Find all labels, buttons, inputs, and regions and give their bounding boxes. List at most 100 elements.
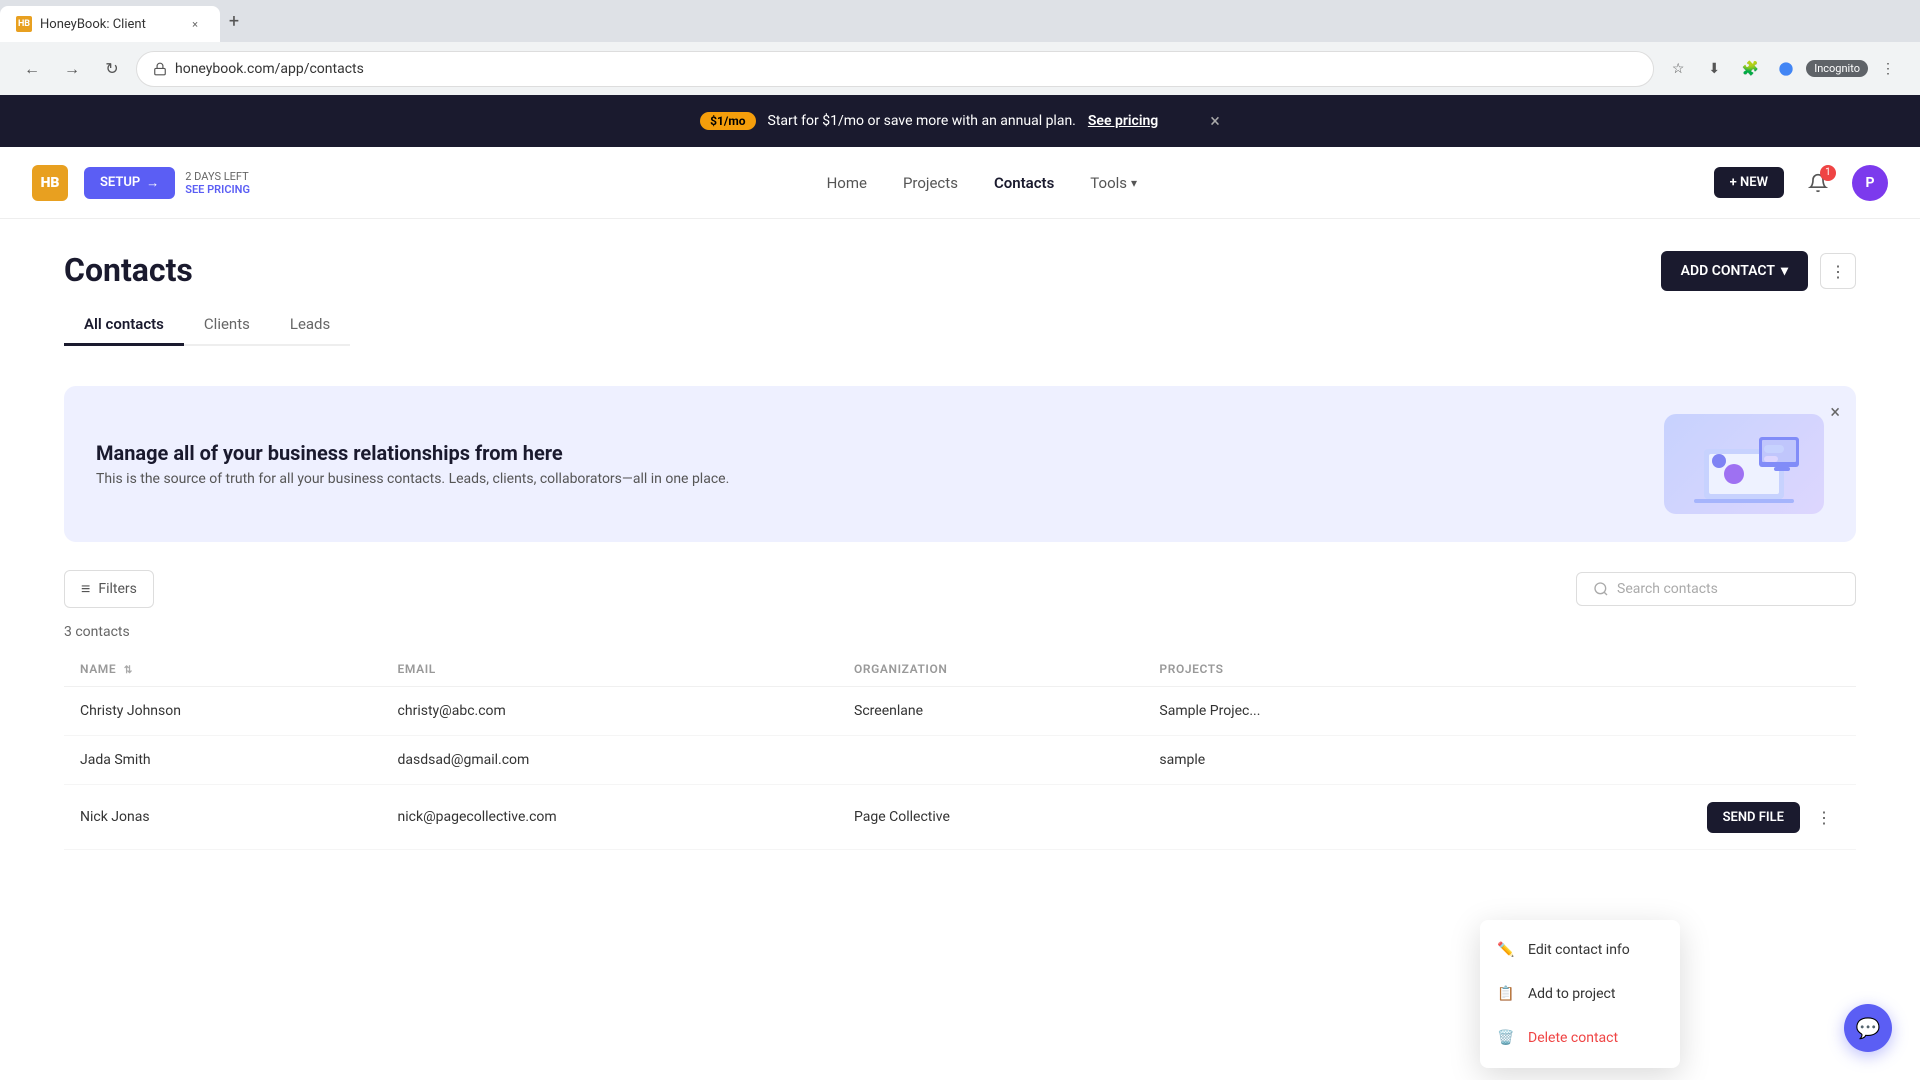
delete-contact-label: Delete contact xyxy=(1528,1030,1618,1046)
browser-nav-right: ☆ ⬇ 🧩 Incognito ⋮ xyxy=(1662,53,1904,85)
contact-row-actions xyxy=(1461,736,1856,785)
contact-name[interactable]: Nick Jonas xyxy=(64,785,382,850)
download-button[interactable]: ⬇ xyxy=(1698,53,1730,85)
page-header: Contacts All contacts Clients Leads ADD … xyxy=(64,251,1856,370)
see-pricing-link[interactable]: See pricing xyxy=(1088,113,1158,129)
nav-projects[interactable]: Projects xyxy=(903,174,958,192)
col-name[interactable]: NAME ⇅ xyxy=(64,652,382,687)
header-right: + NEW 1 P xyxy=(1714,165,1888,201)
filter-icon: ≡ xyxy=(81,579,90,599)
contact-name[interactable]: Christy Johnson xyxy=(64,687,382,736)
info-banner-close-btn[interactable]: × xyxy=(1830,402,1840,423)
setup-arrow-icon: → xyxy=(146,175,159,191)
edit-icon: ✏️ xyxy=(1496,940,1516,960)
nav-tools[interactable]: Tools xyxy=(1090,174,1127,192)
table-header-row: NAME ⇅ EMAIL ORGANIZATION PROJECTS xyxy=(64,652,1856,687)
tab-clients[interactable]: Clients xyxy=(184,305,270,346)
reload-button[interactable]: ↻ xyxy=(96,53,128,85)
promo-close-btn[interactable]: × xyxy=(1210,111,1220,132)
edit-contact-label: Edit contact info xyxy=(1528,942,1630,958)
col-email: EMAIL xyxy=(382,652,838,687)
row-more-button[interactable]: ⋮ xyxy=(1808,801,1840,833)
menu-button[interactable]: ⋮ xyxy=(1872,53,1904,85)
setup-label: SETUP xyxy=(100,175,140,190)
name-sort-icon: ⇅ xyxy=(124,665,133,676)
tab-all-contacts[interactable]: All contacts xyxy=(64,305,184,346)
hb-logo[interactable]: HB xyxy=(32,165,68,201)
main-nav: Home Projects Contacts Tools ▾ xyxy=(827,174,1138,192)
edit-contact-info-item[interactable]: ✏️ Edit contact info xyxy=(1480,928,1680,972)
nav-contacts[interactable]: Contacts xyxy=(994,174,1054,192)
filter-label: Filters xyxy=(98,581,137,597)
table-row: Christy Johnson christy@abc.com Screenla… xyxy=(64,687,1856,736)
table-row: Nick Jonas nick@pagecollective.com Page … xyxy=(64,785,1856,850)
tools-dropdown-icon: ▾ xyxy=(1131,176,1137,190)
browser-tab[interactable]: HB HoneyBook: Client × xyxy=(0,6,220,42)
info-banner-illustration xyxy=(1664,414,1824,514)
notification-button[interactable]: 1 xyxy=(1800,165,1836,201)
illustration-svg xyxy=(1674,419,1814,509)
info-banner-text: Manage all of your business relationship… xyxy=(96,441,729,487)
page-content: Contacts All contacts Clients Leads ADD … xyxy=(0,219,1920,882)
add-contact-button[interactable]: ADD CONTACT ▾ xyxy=(1661,251,1808,291)
add-contact-dropdown-icon: ▾ xyxy=(1781,263,1788,279)
info-banner-heading: Manage all of your business relationship… xyxy=(96,441,729,465)
incognito-badge: Incognito xyxy=(1806,60,1868,77)
contact-org xyxy=(838,736,1143,785)
extension-button[interactable]: 🧩 xyxy=(1734,53,1766,85)
tab-leads[interactable]: Leads xyxy=(270,305,350,346)
new-button[interactable]: + NEW xyxy=(1714,167,1784,198)
back-button[interactable]: ← xyxy=(16,53,48,85)
bookmark-button[interactable]: ☆ xyxy=(1662,53,1694,85)
see-pricing-small-link[interactable]: SEE PRICING xyxy=(185,183,250,196)
filter-button[interactable]: ≡ Filters xyxy=(64,570,154,608)
list-controls: ≡ Filters Search contacts xyxy=(64,570,1856,608)
contact-row-actions xyxy=(1461,687,1856,736)
info-banner: Manage all of your business relationship… xyxy=(64,386,1856,542)
add-contact-label: ADD CONTACT xyxy=(1681,263,1775,279)
add-to-project-item[interactable]: 📋 Add to project xyxy=(1480,972,1680,1016)
notification-badge: 1 xyxy=(1820,165,1836,181)
contact-org: Screenlane xyxy=(838,687,1143,736)
search-contacts-input[interactable]: Search contacts xyxy=(1576,572,1856,606)
days-left-text: 2 DAYS LEFT xyxy=(185,170,250,183)
url-text: honeybook.com/app/contacts xyxy=(175,61,364,77)
google-btn[interactable] xyxy=(1770,53,1802,85)
forward-button[interactable]: → xyxy=(56,53,88,85)
col-projects: PROJECTS xyxy=(1143,652,1461,687)
promo-text: Start for $1/mo or save more with an ann… xyxy=(768,113,1076,129)
contact-email: christy@abc.com xyxy=(382,687,838,736)
nav-tools-group: Tools ▾ xyxy=(1090,174,1137,192)
send-file-button[interactable]: SEND FILE xyxy=(1707,802,1800,833)
col-organization: ORGANIZATION xyxy=(838,652,1143,687)
delete-contact-item[interactable]: 🗑️ Delete contact xyxy=(1480,1016,1680,1060)
user-avatar[interactable]: P xyxy=(1852,165,1888,201)
context-menu: ✏️ Edit contact info 📋 Add to project 🗑️… xyxy=(1480,920,1680,1068)
setup-button[interactable]: SETUP → xyxy=(84,167,175,199)
promo-badge: $1/mo xyxy=(700,112,755,130)
more-actions-button[interactable]: ⋮ xyxy=(1820,253,1856,289)
promo-banner: $1/mo Start for $1/mo or save more with … xyxy=(0,95,1920,147)
chat-button[interactable]: 💬 xyxy=(1844,1004,1892,1052)
trash-icon: 🗑️ xyxy=(1496,1028,1516,1048)
tab-close-btn[interactable]: × xyxy=(186,15,204,33)
contact-row-actions: SEND FILE ⋮ xyxy=(1461,785,1856,850)
contact-name[interactable]: Jada Smith xyxy=(64,736,382,785)
contact-email: nick@pagecollective.com xyxy=(382,785,838,850)
contact-org: Page Collective xyxy=(838,785,1143,850)
project-icon: 📋 xyxy=(1496,984,1516,1004)
page-title-section: Contacts All contacts Clients Leads xyxy=(64,251,350,370)
page-title: Contacts xyxy=(64,251,350,289)
new-tab-button[interactable]: + xyxy=(220,7,248,35)
nav-home[interactable]: Home xyxy=(827,174,867,192)
contacts-table: NAME ⇅ EMAIL ORGANIZATION PROJECTS Chris… xyxy=(64,652,1856,850)
address-bar[interactable]: honeybook.com/app/contacts xyxy=(136,51,1654,87)
tab-favicon: HB xyxy=(16,16,32,32)
app-header: HB SETUP → 2 DAYS LEFT SEE PRICING Home … xyxy=(0,147,1920,219)
tab-title: HoneyBook: Client xyxy=(40,17,146,32)
lock-icon xyxy=(153,62,167,76)
contact-count: 3 contacts xyxy=(64,624,1856,640)
contact-email: dasdsad@gmail.com xyxy=(382,736,838,785)
info-banner-body: This is the source of truth for all your… xyxy=(96,471,729,487)
contact-projects xyxy=(1143,785,1461,850)
